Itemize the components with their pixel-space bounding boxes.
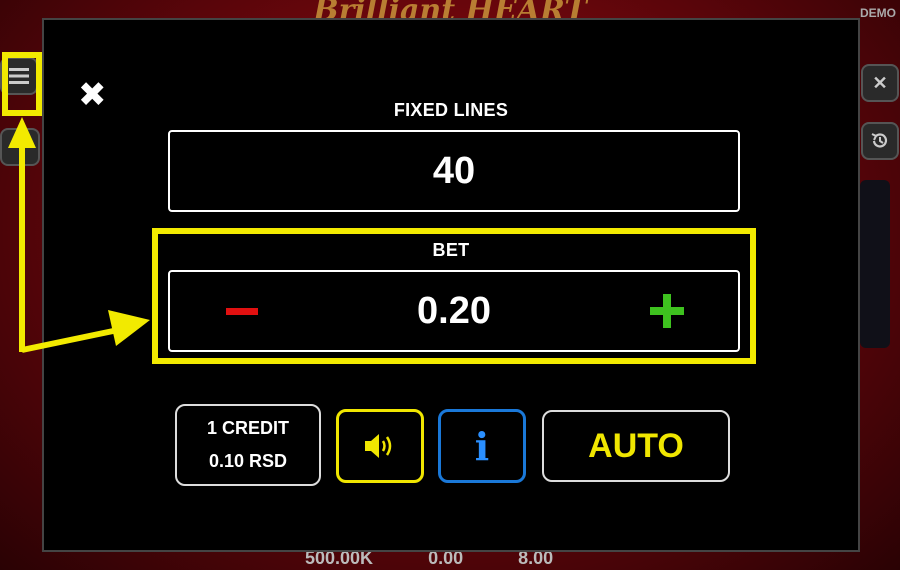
pointer-arrow [8, 117, 150, 353]
